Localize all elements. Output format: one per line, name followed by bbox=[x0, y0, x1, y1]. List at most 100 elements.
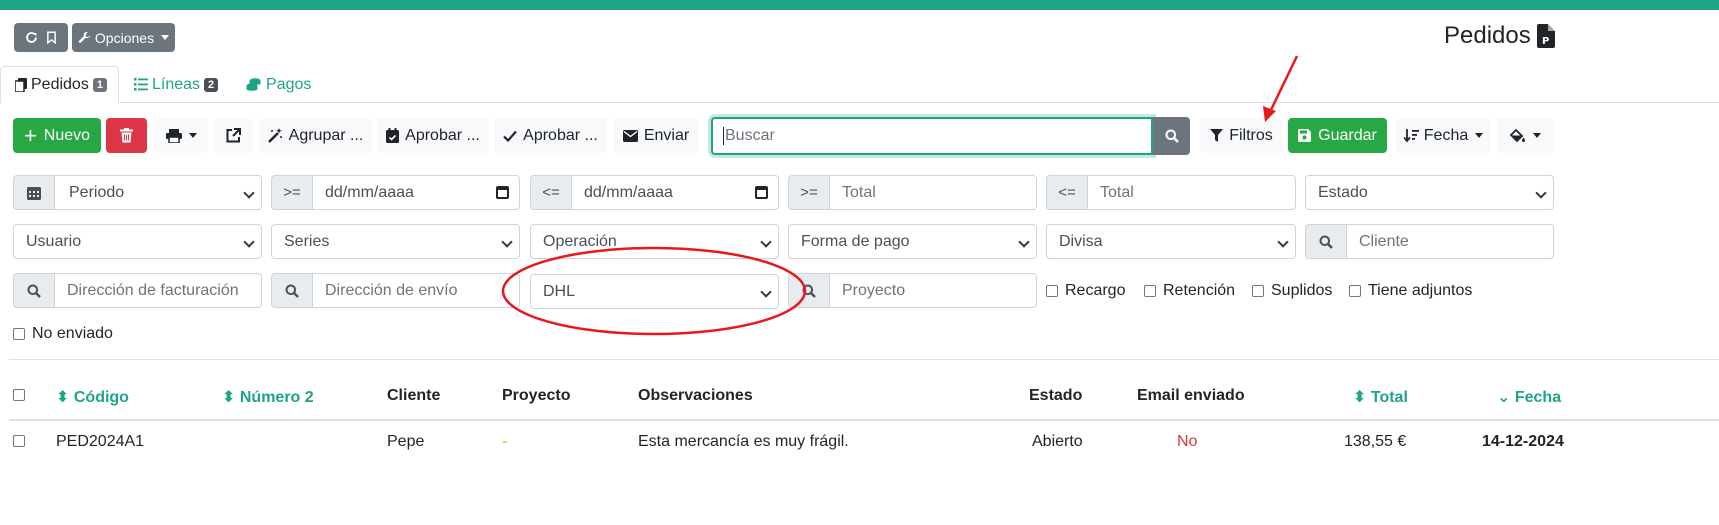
column-header-code-label: Código bbox=[73, 389, 129, 406]
plus-icon: + bbox=[23, 122, 37, 148]
retention-checkbox[interactable]: Retención bbox=[1144, 282, 1235, 300]
currency-select[interactable]: Divisa bbox=[1046, 224, 1296, 259]
group-button-label: Agrupar ... bbox=[288, 126, 364, 144]
gte-label: >= bbox=[788, 175, 829, 210]
payment-method-select[interactable]: Forma de pago bbox=[788, 224, 1037, 259]
supplied-checkbox[interactable]: Suplidos bbox=[1252, 282, 1332, 300]
bookmark-icon[interactable] bbox=[46, 31, 57, 44]
tab-pedidos-badge: 1 bbox=[92, 78, 107, 92]
checkbox-box[interactable] bbox=[1144, 285, 1156, 297]
checkbox-box[interactable] bbox=[1252, 285, 1264, 297]
pdf-file-icon: P bbox=[1537, 24, 1555, 48]
send-button[interactable]: Enviar bbox=[613, 118, 699, 153]
chevron-down-icon bbox=[1277, 236, 1289, 248]
checkbox-box[interactable] bbox=[13, 435, 25, 447]
envelope-icon bbox=[622, 129, 638, 142]
client-input[interactable]: Cliente bbox=[1346, 224, 1554, 259]
not-sent-checkbox[interactable]: No enviado bbox=[13, 325, 113, 343]
period-select-value: Periodo bbox=[69, 183, 125, 201]
trash-icon bbox=[120, 128, 133, 143]
save-button-label: Guardar bbox=[1318, 126, 1377, 144]
calendar-picker-icon[interactable] bbox=[496, 186, 509, 199]
has-attachments-label: Tiene adjuntos bbox=[1368, 282, 1473, 299]
surcharge-checkbox[interactable]: Recargo bbox=[1046, 282, 1125, 300]
has-attachments-checkbox[interactable]: Tiene adjuntos bbox=[1349, 282, 1472, 300]
options-dropdown[interactable]: Opciones bbox=[72, 23, 175, 52]
lte-label: <= bbox=[530, 175, 571, 210]
column-header-total[interactable]: ⬍ Total bbox=[1353, 387, 1408, 407]
sort-icon: ⬍ bbox=[1353, 389, 1367, 406]
supplied-label: Suplidos bbox=[1271, 282, 1333, 299]
text-caret bbox=[723, 127, 724, 145]
search-icon bbox=[13, 273, 54, 308]
checkbox-box[interactable] bbox=[13, 389, 25, 401]
sort-amount-icon bbox=[1403, 128, 1419, 143]
select-all-checkbox[interactable] bbox=[13, 389, 32, 401]
checkbox-box[interactable] bbox=[1349, 285, 1361, 297]
project-placeholder: Proyecto bbox=[842, 281, 906, 299]
refresh-icon[interactable] bbox=[25, 31, 38, 44]
checkbox-box[interactable] bbox=[1046, 285, 1058, 297]
user-select[interactable]: Usuario bbox=[13, 224, 262, 259]
page-title: Pedidos bbox=[1444, 22, 1531, 49]
order-by-dropdown[interactable]: Fecha bbox=[1396, 118, 1491, 153]
carrier-select-value: DHL bbox=[543, 282, 576, 300]
date-from-input[interactable]: dd/mm/aaaa bbox=[312, 175, 520, 210]
top-accent-bar bbox=[0, 0, 1719, 10]
tab-pagos[interactable]: Pagos bbox=[246, 66, 311, 103]
date-from-placeholder: dd/mm/aaaa bbox=[325, 183, 414, 201]
status-select[interactable]: Estado bbox=[1305, 175, 1554, 210]
tab-pedidos[interactable]: Pedidos 1 bbox=[0, 66, 119, 104]
coins-icon bbox=[246, 78, 261, 91]
total-max-input[interactable]: Total bbox=[1087, 175, 1296, 210]
column-header-number2-label: Número 2 bbox=[239, 389, 314, 406]
shipping-address-input[interactable]: Dirección de envío bbox=[312, 273, 520, 308]
shipping-address-group: Dirección de envío bbox=[271, 273, 520, 308]
refresh-bookmark-group bbox=[14, 23, 68, 52]
cell-code[interactable]: PED2024A1 bbox=[56, 433, 144, 451]
row-checkbox[interactable] bbox=[13, 435, 32, 447]
external-link-icon bbox=[226, 128, 241, 143]
color-dropdown[interactable] bbox=[1497, 118, 1554, 153]
tab-lineas[interactable]: Líneas 2 bbox=[134, 66, 219, 103]
operation-select[interactable]: Operación bbox=[530, 224, 779, 259]
column-header-email-sent: Email enviado bbox=[1137, 387, 1245, 404]
period-select[interactable]: Periodo bbox=[54, 175, 262, 210]
chevron-down-icon bbox=[501, 236, 513, 248]
group-button[interactable]: Agrupar ... bbox=[259, 118, 372, 153]
total-min-input[interactable]: Total bbox=[829, 175, 1037, 210]
user-select-value: Usuario bbox=[26, 232, 82, 250]
approve-calendar-button[interactable]: Aprobar ... bbox=[377, 118, 489, 153]
open-external-button[interactable] bbox=[214, 118, 253, 153]
carrier-select[interactable]: DHL bbox=[530, 274, 779, 309]
print-dropdown[interactable] bbox=[154, 118, 208, 153]
calendar-icon bbox=[13, 175, 54, 210]
new-button[interactable]: + Nuevo bbox=[13, 118, 101, 153]
list-icon bbox=[134, 78, 148, 91]
column-header-date[interactable]: ⌄ Fecha bbox=[1497, 387, 1561, 407]
billing-address-input[interactable]: Dirección de facturación bbox=[54, 273, 262, 308]
project-input[interactable]: Proyecto bbox=[829, 273, 1037, 308]
column-header-client: Cliente bbox=[387, 387, 441, 404]
total-min-group: >= Total bbox=[788, 175, 1037, 210]
cell-project: - bbox=[502, 433, 508, 450]
calendar-picker-icon[interactable] bbox=[755, 186, 768, 199]
date-from-group: >= dd/mm/aaaa bbox=[271, 175, 520, 210]
chevron-down-icon bbox=[243, 236, 255, 248]
cell-total: 138,55 € bbox=[1344, 433, 1407, 450]
print-icon bbox=[165, 128, 182, 143]
column-header-number2[interactable]: ⬍ Número 2 bbox=[222, 387, 314, 407]
date-to-group: <= dd/mm/aaaa bbox=[530, 175, 779, 210]
date-to-input[interactable]: dd/mm/aaaa bbox=[571, 175, 779, 210]
search-input[interactable]: Buscar bbox=[711, 117, 1153, 155]
column-header-code[interactable]: ⬍ Código bbox=[56, 387, 129, 407]
series-select[interactable]: Series bbox=[271, 224, 520, 259]
search-button[interactable] bbox=[1153, 117, 1190, 155]
tab-pedidos-label: Pedidos bbox=[31, 76, 89, 93]
copy-icon bbox=[15, 78, 27, 92]
checkbox-box[interactable] bbox=[13, 328, 25, 340]
approve-check-button[interactable]: Aprobar ... bbox=[494, 118, 607, 153]
filters-button[interactable]: Filtros bbox=[1200, 118, 1283, 153]
save-button[interactable]: Guardar bbox=[1288, 118, 1387, 153]
delete-button[interactable] bbox=[106, 118, 147, 153]
